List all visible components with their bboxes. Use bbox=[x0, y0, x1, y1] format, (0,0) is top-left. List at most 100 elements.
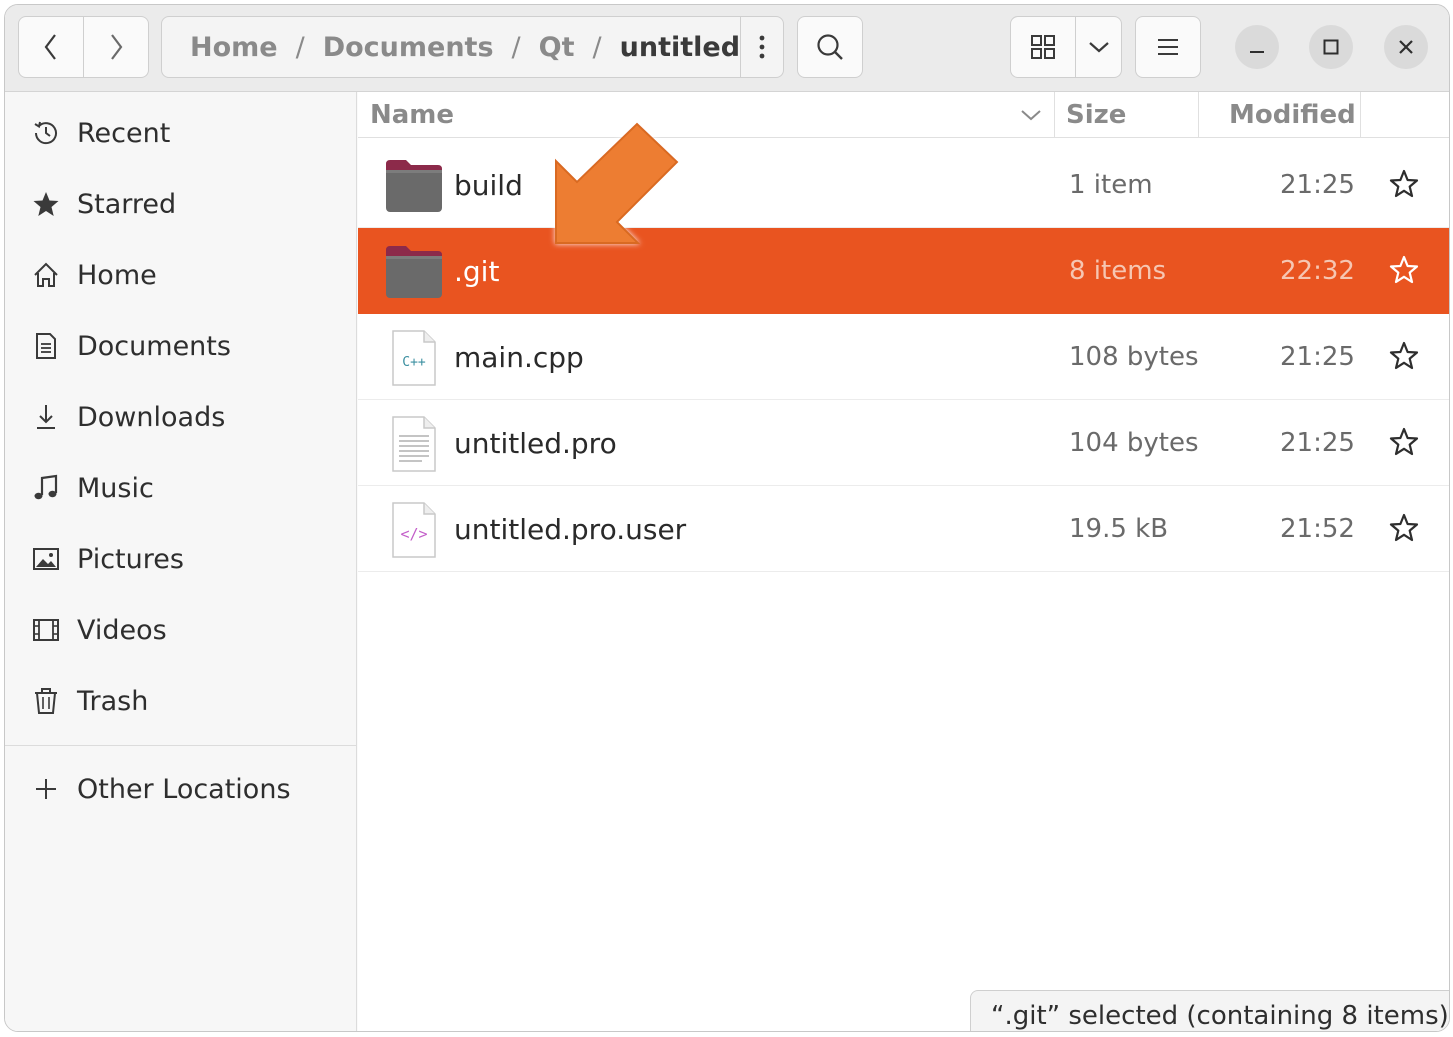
column-header-label: Name bbox=[370, 100, 455, 130]
file-manager-window: Home / Documents / Qt / untitled Recent … bbox=[4, 4, 1450, 1032]
file-row-untitled-pro[interactable]: untitled.pro 104 bytes 21:25 bbox=[358, 400, 1449, 486]
file-name: untitled.pro.user bbox=[454, 512, 687, 546]
file-list: Name Size Modified build 1 item 21:25 .g… bbox=[358, 92, 1449, 1031]
minimize-icon bbox=[1250, 51, 1264, 53]
file-name: main.cpp bbox=[454, 340, 584, 374]
star-outline-icon[interactable] bbox=[1388, 426, 1420, 458]
star-outline-icon[interactable] bbox=[1388, 254, 1420, 286]
breadcrumb-home[interactable]: Home bbox=[190, 32, 278, 63]
chevron-right-icon bbox=[111, 34, 123, 60]
maximize-button[interactable] bbox=[1309, 25, 1353, 69]
file-row-untitled-pro-user[interactable]: </> untitled.pro.user 19.5 kB 21:52 bbox=[358, 486, 1449, 572]
status-text: “.git” selected (containing 8 items) bbox=[991, 1000, 1449, 1031]
sidebar-item-pictures[interactable]: Pictures bbox=[5, 529, 357, 589]
file-modified: 21:52 bbox=[1280, 514, 1355, 544]
breadcrumb: Home / Documents / Qt / untitled bbox=[162, 17, 740, 77]
file-size: 19.5 kB bbox=[1069, 514, 1169, 544]
sidebar-item-home[interactable]: Home bbox=[5, 245, 357, 305]
breadcrumb-documents[interactable]: Documents bbox=[323, 32, 494, 63]
file-row-main-cpp[interactable]: C++ main.cpp 108 bytes 21:25 bbox=[358, 314, 1449, 400]
cpp-file-icon: C++ bbox=[392, 330, 436, 386]
column-header-bar: Name Size Modified bbox=[358, 92, 1449, 138]
breadcrumb-qt[interactable]: Qt bbox=[539, 32, 575, 63]
document-icon bbox=[31, 331, 61, 361]
sidebar-item-starred[interactable]: Starred bbox=[5, 174, 357, 234]
sidebar-item-label: Music bbox=[77, 472, 154, 504]
sidebar-item-videos[interactable]: Videos bbox=[5, 600, 357, 660]
svg-text:C++: C++ bbox=[402, 355, 426, 370]
column-header-modified[interactable]: Modified bbox=[1229, 92, 1356, 138]
file-modified: 21:25 bbox=[1280, 428, 1355, 458]
star-outline-icon[interactable] bbox=[1388, 168, 1420, 200]
picture-icon bbox=[31, 544, 61, 574]
grid-view-button[interactable] bbox=[1011, 17, 1075, 77]
file-name: .git bbox=[454, 254, 500, 288]
search-icon bbox=[817, 34, 843, 60]
file-size: 1 item bbox=[1069, 170, 1153, 200]
folder-menu-button[interactable] bbox=[740, 17, 783, 77]
sidebar-item-label: Other Locations bbox=[77, 773, 291, 805]
breadcrumb-separator: / bbox=[511, 31, 521, 63]
sidebar-item-label: Home bbox=[77, 259, 157, 291]
file-name: untitled.pro bbox=[454, 426, 617, 460]
sidebar-item-other-locations[interactable]: Other Locations bbox=[5, 759, 357, 819]
sidebar-item-documents[interactable]: Documents bbox=[5, 316, 357, 376]
maximize-icon bbox=[1323, 39, 1339, 55]
video-icon bbox=[31, 615, 61, 645]
file-modified: 21:25 bbox=[1280, 170, 1355, 200]
sidebar: Recent Starred Home Documents Downloads … bbox=[5, 92, 357, 1031]
minimize-button[interactable] bbox=[1235, 25, 1279, 69]
sidebar-item-music[interactable]: Music bbox=[5, 458, 357, 518]
file-row-git-selected[interactable]: .git 8 items 22:32 bbox=[358, 228, 1449, 314]
folder-icon bbox=[386, 160, 442, 212]
file-size: 8 items bbox=[1069, 256, 1167, 286]
star-icon bbox=[31, 189, 61, 219]
column-divider bbox=[1360, 92, 1361, 138]
star-outline-icon[interactable] bbox=[1388, 512, 1420, 544]
main-menu-button[interactable] bbox=[1135, 16, 1201, 78]
grid-icon bbox=[1031, 35, 1055, 59]
sidebar-item-label: Trash bbox=[77, 685, 149, 717]
sidebar-item-trash[interactable]: Trash bbox=[5, 671, 357, 731]
file-row-build[interactable]: build 1 item 21:25 bbox=[358, 142, 1449, 228]
column-header-label: Modified bbox=[1229, 100, 1356, 130]
text-file-icon bbox=[392, 416, 436, 472]
column-header-size[interactable]: Size bbox=[1066, 92, 1126, 138]
breadcrumb-current[interactable]: untitled bbox=[620, 32, 740, 63]
column-divider bbox=[1198, 92, 1199, 138]
close-icon bbox=[1399, 40, 1413, 54]
breadcrumb-separator: / bbox=[295, 31, 305, 63]
sidebar-item-downloads[interactable]: Downloads bbox=[5, 387, 357, 447]
sidebar-item-recent[interactable]: Recent bbox=[5, 103, 357, 163]
kebab-menu-icon bbox=[759, 35, 765, 59]
trash-icon bbox=[31, 686, 61, 716]
music-icon bbox=[31, 473, 61, 503]
view-switcher bbox=[1010, 16, 1122, 78]
chevron-left-icon bbox=[44, 34, 56, 60]
search-button[interactable] bbox=[797, 16, 863, 78]
close-button[interactable] bbox=[1384, 25, 1428, 69]
column-header-label: Size bbox=[1066, 100, 1127, 130]
xml-file-icon: </> bbox=[392, 502, 436, 558]
view-options-dropdown[interactable] bbox=[1075, 17, 1121, 77]
svg-text:</>: </> bbox=[400, 525, 427, 543]
star-outline-icon[interactable] bbox=[1388, 340, 1420, 372]
folder-icon bbox=[386, 246, 442, 298]
back-button[interactable] bbox=[19, 17, 83, 77]
sidebar-item-label: Downloads bbox=[77, 401, 226, 433]
chevron-down-icon bbox=[1088, 42, 1109, 53]
column-header-name[interactable]: Name bbox=[370, 92, 1050, 138]
file-name: build bbox=[454, 168, 523, 202]
file-size: 104 bytes bbox=[1069, 428, 1199, 458]
column-divider bbox=[1054, 92, 1055, 138]
status-bar: “.git” selected (containing 8 items) bbox=[970, 990, 1449, 1031]
file-size: 108 bytes bbox=[1069, 342, 1199, 372]
file-modified: 22:32 bbox=[1280, 256, 1355, 286]
home-icon bbox=[31, 260, 61, 290]
sort-chevron-down-icon bbox=[1021, 110, 1041, 121]
navigation-buttons bbox=[18, 16, 149, 78]
download-icon bbox=[31, 402, 61, 432]
sidebar-item-label: Documents bbox=[77, 330, 231, 362]
forward-button[interactable] bbox=[83, 17, 148, 77]
sidebar-item-label: Starred bbox=[77, 188, 177, 220]
